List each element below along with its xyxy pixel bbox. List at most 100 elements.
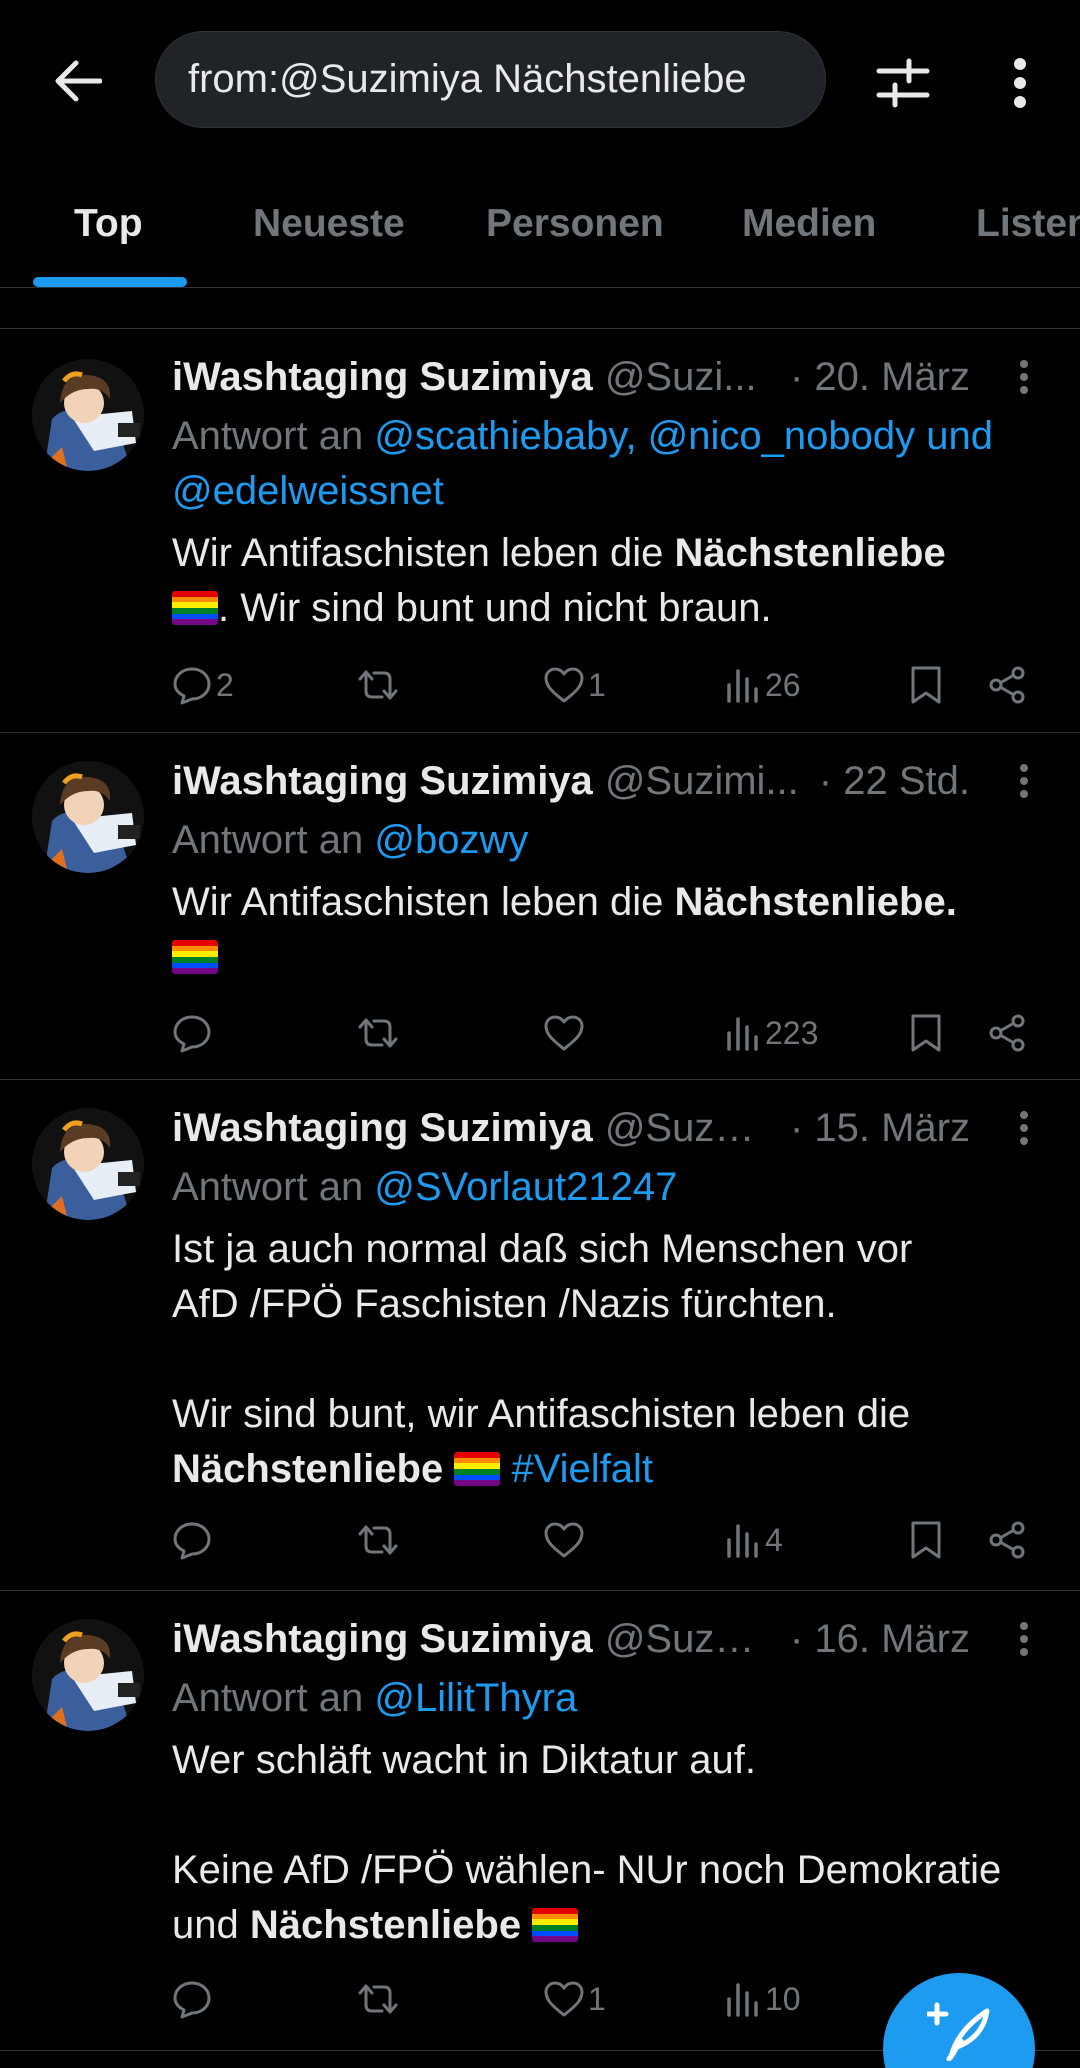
reply-button[interactable] xyxy=(172,1974,212,2024)
like-button[interactable] xyxy=(544,1515,584,1565)
more-vertical-icon xyxy=(1020,764,1028,798)
views-button[interactable]: 223 xyxy=(725,1008,818,1058)
avatar[interactable] xyxy=(32,1108,144,1220)
views-button[interactable]: 4 xyxy=(725,1515,783,1565)
retweet-button[interactable] xyxy=(356,660,400,710)
tweet-menu-button[interactable] xyxy=(1004,1619,1044,1659)
retweet-icon xyxy=(358,1018,398,1048)
tweet-text-part: . Wir sind bunt und nicht braun. xyxy=(218,586,772,630)
tweet-header: iWashtaging Suzimiya @Suzi... · 16. März xyxy=(172,1611,1050,1667)
tweet-text: Wir Antifaschisten leben die Nächstenlie… xyxy=(172,526,1050,636)
tweet-text-part: AfD /FPÖ Faschisten /Nazis fürchten. xyxy=(172,1282,837,1326)
author-handle[interactable]: @Suzi... xyxy=(605,1106,755,1151)
like-button[interactable] xyxy=(544,1008,584,1058)
views-button[interactable]: 10 xyxy=(725,1974,801,2024)
more-vertical-icon xyxy=(1020,1111,1028,1145)
tweet-header: iWashtaging Suzimiya @Suzimi... · 22 Std… xyxy=(172,753,1050,809)
tweet-time[interactable]: · 22 Std. xyxy=(819,759,970,804)
reply-mentions[interactable]: @SVorlaut21247 xyxy=(374,1165,677,1209)
avatar[interactable] xyxy=(32,761,144,873)
share-icon xyxy=(989,1521,1025,1559)
filter-sliders-icon xyxy=(876,58,930,108)
search-highlight: Nächstenliebe xyxy=(172,1447,444,1491)
rainbow-flag-icon xyxy=(172,591,218,625)
tweet[interactable]: iWashtaging Suzimiya @Suzimi... · 22 Std… xyxy=(0,733,1080,1080)
reply-context: Antwort an @SVorlaut21247 xyxy=(172,1160,1040,1215)
author-name[interactable]: iWashtaging Suzimiya xyxy=(172,1617,593,1662)
tweet[interactable]: iWashtaging Suzimiya @Suzi... · 16. März… xyxy=(0,1591,1080,2051)
reply-button[interactable]: 2 xyxy=(172,660,234,710)
tweet[interactable]: iWashtaging Suzimiya @Suzi... · 15. März… xyxy=(0,1080,1080,1591)
like-button[interactable]: 1 xyxy=(544,660,606,710)
views-button[interactable]: 26 xyxy=(725,660,801,710)
hashtag-link[interactable]: #Vielfalt xyxy=(511,1447,653,1491)
reply-mentions[interactable]: @LilitThyra xyxy=(374,1676,577,1720)
share-button[interactable] xyxy=(987,660,1027,710)
like-icon xyxy=(544,1981,584,2017)
bookmark-button[interactable] xyxy=(910,1515,942,1565)
reply-context: Antwort an @scathiebaby, @nico_nobody un… xyxy=(172,409,1040,519)
reply-button[interactable] xyxy=(172,1515,212,1565)
reply-icon xyxy=(173,1522,211,1560)
bookmark-button[interactable] xyxy=(910,1008,942,1058)
tweet-header: iWashtaging Suzimiya @Suzi... · 20. März xyxy=(172,349,1050,405)
retweet-icon xyxy=(358,1984,398,2014)
reply-mentions[interactable]: @edelweissnet xyxy=(172,469,444,513)
tweet-text: Wer schläft wacht in Diktatur auf. Keine… xyxy=(172,1733,1050,1953)
author-handle[interactable]: @Suzi... xyxy=(605,355,757,400)
reply-mentions[interactable]: @bozwy xyxy=(374,818,528,862)
retweet-button[interactable] xyxy=(356,1515,400,1565)
tweet[interactable]: iWashtaging Suzimiya @Suzi... · 20. März… xyxy=(0,329,1080,733)
compose-icon xyxy=(927,2002,990,2061)
retweet-icon xyxy=(358,1525,398,1555)
avatar[interactable] xyxy=(32,1619,144,1731)
tab-people[interactable]: Personen xyxy=(486,202,664,246)
author-name[interactable]: iWashtaging Suzimiya xyxy=(172,1106,593,1151)
bookmark-button[interactable] xyxy=(910,660,942,710)
avatar[interactable] xyxy=(32,359,144,471)
tweet-menu-button[interactable] xyxy=(1004,1108,1044,1148)
tab-top[interactable]: Top xyxy=(74,202,143,246)
retweet-button[interactable] xyxy=(356,1974,400,2024)
views-icon xyxy=(727,1983,758,2017)
like-count: 1 xyxy=(588,666,606,703)
tweet-time[interactable]: · 15. März xyxy=(790,1106,970,1151)
tweet-time[interactable]: · 16. März xyxy=(790,1617,970,1662)
rainbow-flag-icon xyxy=(454,1452,501,1486)
rainbow-flag-icon xyxy=(172,940,218,974)
tweet-time[interactable]: · 20. März xyxy=(790,355,970,400)
like-count: 1 xyxy=(588,1980,606,2017)
tab-media[interactable]: Medien xyxy=(742,202,876,246)
reply-mentions[interactable]: @scathiebaby, @nico_nobody und xyxy=(374,414,993,458)
view-count: 4 xyxy=(765,1521,783,1558)
more-options-button[interactable] xyxy=(985,48,1055,118)
views-icon xyxy=(727,669,758,703)
back-button[interactable] xyxy=(38,46,118,116)
reply-context: Antwort an @LilitThyra xyxy=(172,1671,1040,1726)
more-vertical-icon xyxy=(1020,1622,1028,1656)
author-name[interactable]: iWashtaging Suzimiya xyxy=(172,759,593,804)
share-button[interactable] xyxy=(987,1515,1027,1565)
author-name[interactable]: iWashtaging Suzimiya xyxy=(172,355,593,400)
tab-latest[interactable]: Neueste xyxy=(253,202,405,246)
retweet-button[interactable] xyxy=(356,1008,400,1058)
share-button[interactable] xyxy=(987,1008,1027,1058)
like-button[interactable]: 1 xyxy=(544,1974,606,2024)
tweet-text: Wir Antifaschisten leben die Nächstenlie… xyxy=(172,875,1050,985)
bookmark-icon xyxy=(911,1014,941,1052)
reply-prefix: Antwort an xyxy=(172,818,364,862)
search-highlight: Nächstenliebe. xyxy=(674,880,957,924)
search-filter-button[interactable] xyxy=(868,48,938,118)
retweet-icon xyxy=(358,670,398,700)
top-bar: from:@Suzimiya Nächstenliebe xyxy=(0,0,1080,160)
author-handle[interactable]: @Suzimi... xyxy=(605,759,799,804)
tweet-text-part: Wir Antifaschisten leben die xyxy=(172,531,675,575)
search-input[interactable]: from:@Suzimiya Nächstenliebe xyxy=(155,31,826,128)
tweet-menu-button[interactable] xyxy=(1004,761,1044,801)
avatar-image xyxy=(32,761,144,873)
tweet-menu-button[interactable] xyxy=(1004,357,1044,397)
tab-lists[interactable]: Listen xyxy=(976,202,1080,246)
reply-prefix: Antwort an xyxy=(172,1165,364,1209)
reply-button[interactable] xyxy=(172,1008,216,1058)
author-handle[interactable]: @Suzi... xyxy=(605,1617,755,1662)
